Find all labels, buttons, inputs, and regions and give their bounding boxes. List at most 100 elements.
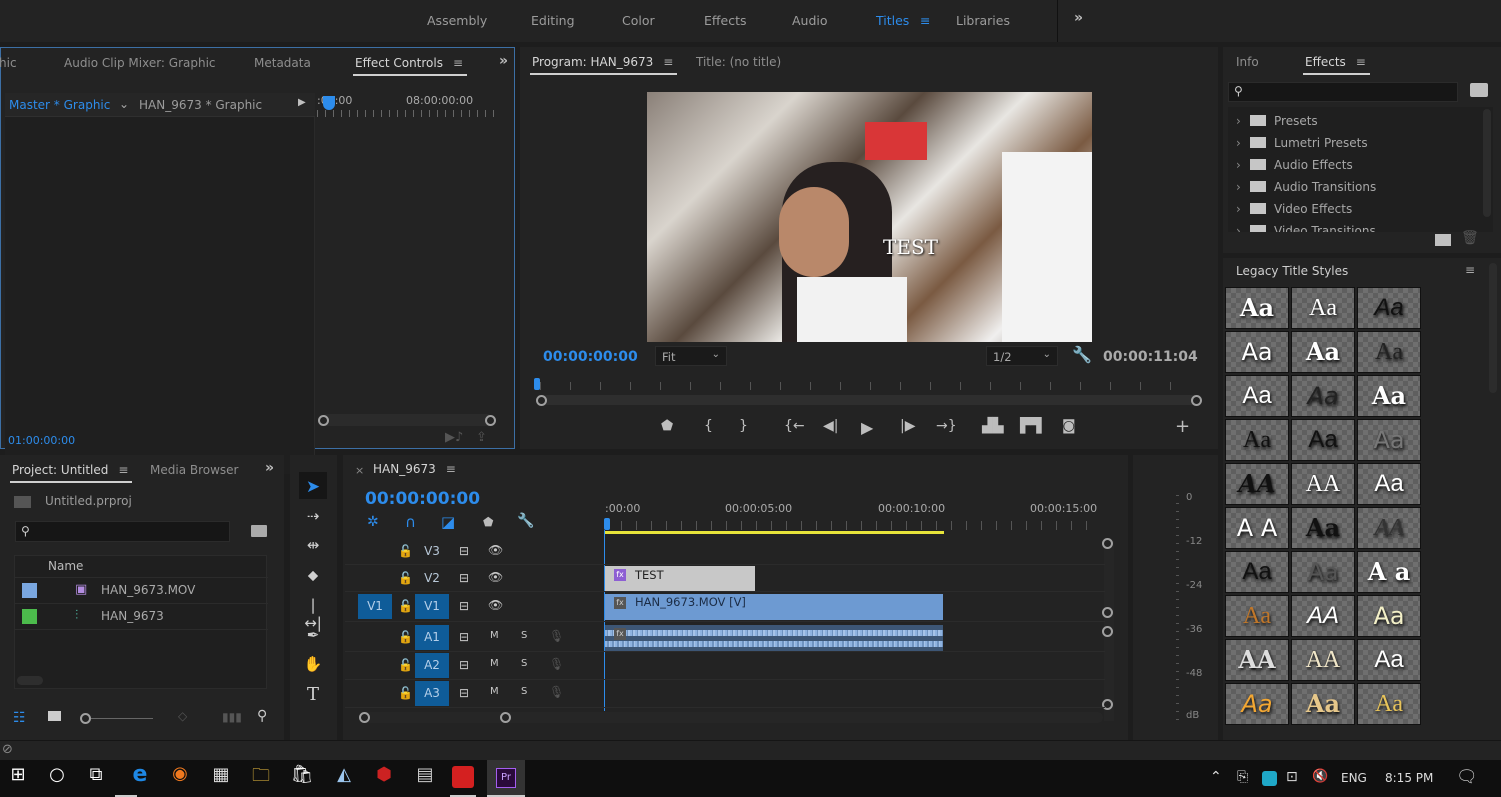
video-preview[interactable]: TEST bbox=[647, 92, 1092, 342]
automate-icon[interactable]: ▮▮▮ bbox=[222, 710, 242, 724]
sync-lock-icon[interactable]: ⊟ bbox=[459, 599, 469, 613]
title-style-thumbnail[interactable]: AA bbox=[1291, 463, 1355, 505]
tab-title[interactable]: Title: (no title) bbox=[696, 55, 781, 69]
list-item[interactable]: ⫶ HAN_9673 bbox=[15, 604, 268, 630]
more-workspaces-icon[interactable]: » bbox=[1074, 10, 1083, 26]
clock[interactable]: 8:15 PM bbox=[1385, 771, 1433, 785]
creative-cloud-icon[interactable] bbox=[452, 766, 474, 788]
work-area-bar[interactable] bbox=[605, 531, 944, 534]
workspace-menu-icon[interactable]: ≡ bbox=[920, 13, 930, 28]
title-style-thumbnail[interactable]: A a bbox=[1357, 551, 1421, 593]
app-icon[interactable]: ▤ bbox=[410, 764, 440, 785]
ec-scroll-handle-left[interactable] bbox=[318, 415, 329, 426]
video-clip[interactable]: fx HAN_9673.MOV [V] bbox=[605, 594, 943, 620]
h-scroll-handle-right[interactable] bbox=[500, 712, 511, 723]
tab-sequence[interactable]: HAN_9673 ≡ bbox=[373, 462, 456, 476]
premiere-task-active[interactable]: Pr bbox=[487, 760, 525, 797]
effects-search-input[interactable]: ⚲ bbox=[1228, 82, 1458, 102]
firefox-icon[interactable]: ◉ bbox=[165, 763, 195, 784]
go-to-out-icon[interactable]: →} bbox=[936, 418, 957, 434]
add-marker-icon[interactable]: ⬟ bbox=[661, 418, 673, 434]
panel-menu-icon[interactable]: ≡ bbox=[1465, 263, 1475, 277]
program-current-time[interactable]: 00:00:00:00 bbox=[543, 349, 638, 365]
workspace-color[interactable]: Color bbox=[622, 13, 655, 28]
more-panels-icon[interactable]: » bbox=[265, 460, 274, 476]
mute-button[interactable]: M bbox=[490, 630, 499, 641]
more-panels-icon[interactable]: » bbox=[499, 53, 508, 69]
program-scroll-handle-left[interactable] bbox=[536, 395, 547, 406]
title-clip[interactable]: fx TEST bbox=[605, 566, 755, 591]
play-triangle-icon[interactable]: ▶ bbox=[298, 97, 306, 108]
pen-tool-icon[interactable]: ✒ bbox=[302, 626, 324, 644]
styles-scrollbar[interactable] bbox=[1489, 263, 1497, 393]
title-style-thumbnail[interactable]: A A bbox=[1225, 507, 1289, 549]
title-style-thumbnail[interactable]: Aa bbox=[1291, 683, 1355, 725]
zoom-slider-track[interactable] bbox=[91, 718, 153, 719]
app-icon[interactable]: ◭ bbox=[329, 764, 359, 785]
title-style-thumbnail[interactable]: Aa bbox=[1291, 375, 1355, 417]
snap-icon[interactable]: ∩ bbox=[405, 513, 416, 531]
title-style-thumbnail[interactable]: Aa bbox=[1357, 375, 1421, 417]
razor-tool-icon[interactable]: ⬥ bbox=[302, 566, 324, 584]
nest-sequences-icon[interactable]: ✲ bbox=[367, 514, 379, 530]
title-style-thumbnail[interactable]: Aa bbox=[1357, 331, 1421, 373]
title-overlay-text[interactable]: TEST bbox=[883, 235, 938, 259]
go-to-in-icon[interactable]: {← bbox=[784, 418, 805, 434]
lock-icon[interactable]: 🔓 bbox=[398, 630, 413, 644]
icon-view-icon[interactable] bbox=[48, 711, 61, 721]
sync-lock-icon[interactable]: ⊟ bbox=[459, 658, 469, 672]
new-bin-folder-icon[interactable] bbox=[1435, 234, 1451, 246]
title-style-thumbnail[interactable]: Aa bbox=[1357, 639, 1421, 681]
tree-item-lumetri-presets[interactable]: › Lumetri Presets bbox=[1236, 136, 1368, 150]
sort-icon[interactable]: ◇ bbox=[178, 709, 187, 723]
timeline-settings-icon[interactable]: 🔧 bbox=[517, 513, 534, 529]
mute-button[interactable]: M bbox=[490, 686, 499, 697]
tree-item-audio-transitions[interactable]: › Audio Transitions bbox=[1236, 180, 1376, 194]
cortana-icon[interactable]: ○ bbox=[42, 764, 72, 785]
sync-lock-icon[interactable]: ⊟ bbox=[459, 571, 469, 585]
title-style-thumbnail[interactable]: Aa bbox=[1225, 419, 1289, 461]
project-search-input[interactable]: ⚲ bbox=[15, 521, 230, 542]
solo-button[interactable]: S bbox=[521, 630, 527, 641]
language-indicator[interactable]: ENG bbox=[1341, 771, 1367, 785]
effects-search-field[interactable] bbox=[1249, 84, 1449, 100]
type-tool-icon[interactable]: T bbox=[302, 684, 324, 705]
list-item[interactable]: ▣ HAN_9673.MOV bbox=[15, 578, 268, 604]
project-scrollbar[interactable] bbox=[17, 676, 43, 685]
track-target-v3[interactable]: V3 bbox=[415, 539, 449, 564]
timeline-playhead[interactable] bbox=[604, 518, 610, 530]
sync-lock-icon[interactable]: ⊟ bbox=[459, 686, 469, 700]
add-marker-icon[interactable]: ⬟ bbox=[483, 515, 493, 529]
title-style-thumbnail[interactable]: Aa bbox=[1225, 375, 1289, 417]
tree-item-video-effects[interactable]: › Video Effects bbox=[1236, 202, 1352, 216]
horizontal-scrollbar[interactable] bbox=[363, 712, 1103, 723]
title-style-thumbnail[interactable]: Aa bbox=[1225, 683, 1289, 725]
lock-icon[interactable]: 🔓 bbox=[398, 686, 413, 700]
list-view-icon[interactable]: ☷ bbox=[13, 710, 26, 726]
title-style-thumbnail[interactable]: Aa bbox=[1357, 419, 1421, 461]
zoom-slider-handle[interactable] bbox=[80, 713, 91, 724]
panel-menu-icon[interactable]: ≡ bbox=[446, 462, 456, 476]
lock-icon[interactable]: 🔓 bbox=[398, 599, 413, 613]
tab-effects[interactable]: Effects ≡ bbox=[1303, 55, 1370, 75]
zoom-level-select[interactable]: Fit ⌄ bbox=[655, 346, 727, 366]
usb-icon[interactable]: ⎘ bbox=[1237, 769, 1248, 785]
step-back-icon[interactable]: ◀| bbox=[823, 418, 838, 434]
action-center-icon[interactable]: 🗨 bbox=[1456, 767, 1478, 787]
audio-clip[interactable]: fx bbox=[605, 625, 943, 651]
solo-button[interactable]: S bbox=[521, 658, 527, 669]
label-color-swatch[interactable] bbox=[22, 609, 37, 624]
play-icon[interactable]: ▶ bbox=[861, 418, 873, 437]
master-clip-label[interactable]: Master * Graphic bbox=[9, 98, 110, 112]
lift-icon[interactable]: ▟▙ bbox=[982, 418, 1004, 434]
ec-scroll-handle-right[interactable] bbox=[485, 415, 496, 426]
workspace-audio[interactable]: Audio bbox=[792, 13, 828, 28]
step-forward-icon[interactable]: |▶ bbox=[900, 418, 915, 434]
track-target-a2[interactable]: A2 bbox=[415, 653, 449, 678]
resolution-select[interactable]: 1/2 ⌄ bbox=[986, 346, 1058, 366]
close-tab-icon[interactable]: × bbox=[355, 464, 364, 477]
lock-icon[interactable]: 🔓 bbox=[398, 571, 413, 585]
chevron-up-icon[interactable]: ⌃ bbox=[1210, 769, 1222, 785]
tab-graphic[interactable]: hic bbox=[0, 56, 17, 70]
extract-icon[interactable]: ▛▜ bbox=[1020, 418, 1042, 434]
